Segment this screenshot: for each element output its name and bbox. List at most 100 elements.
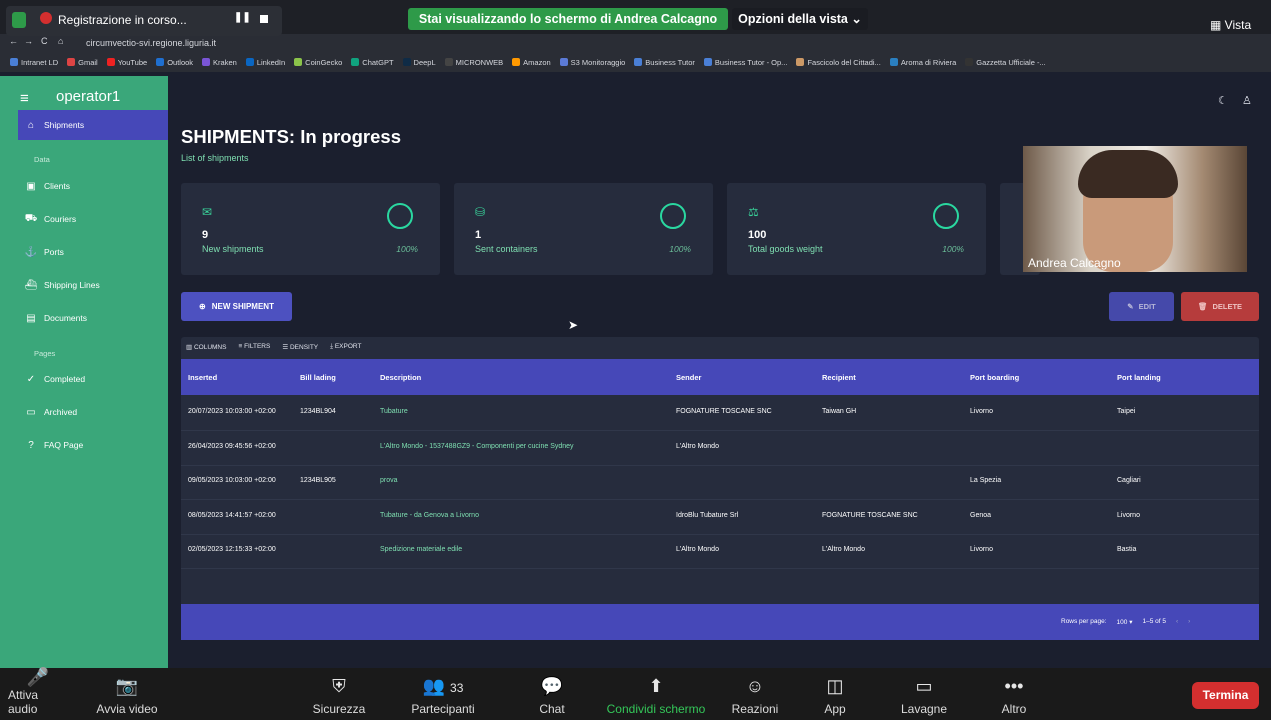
share-screen-button[interactable]: ⬆ Condividi schermo — [600, 668, 712, 720]
user-icon[interactable]: ♙ — [1242, 94, 1252, 107]
delete-button[interactable]: 🗑 DELETE — [1181, 292, 1259, 321]
table-cell[interactable]: 1234BL905 — [300, 477, 336, 484]
table-cell[interactable]: Spedizione materiale edile — [380, 546, 462, 553]
unmute-button[interactable]: 🎤 Attiva audio — [8, 667, 68, 720]
bookmark-item[interactable]: Aroma di Riviera — [889, 58, 956, 67]
pause-icon[interactable]: ❚❚ — [234, 12, 251, 23]
sidebar-item-shipping-lines[interactable]: ⛴ Shipping Lines — [18, 270, 168, 300]
column-header[interactable]: Description — [380, 373, 421, 382]
table-cell[interactable]: FOGNATURE TOSCANE SNC — [822, 512, 918, 519]
columns-button[interactable]: ▥ COLUMNS — [186, 343, 226, 351]
security-button[interactable]: ⛨ Sicurezza — [308, 668, 370, 720]
prev-page-icon[interactable]: ‹ — [1176, 618, 1178, 626]
export-button[interactable]: ⤓ EXPORT — [330, 343, 361, 351]
forward-icon[interactable]: → — [24, 36, 33, 46]
bookmark-icon — [444, 58, 453, 66]
table-cell[interactable]: Taiwan GH — [822, 408, 856, 415]
table-cell[interactable]: L'Altro Mondo — [676, 443, 719, 450]
bookmark-item[interactable]: DeepL — [402, 58, 436, 67]
table-cell[interactable]: Livorno — [970, 408, 993, 415]
row-divider — [181, 499, 1259, 500]
bookmark-item[interactable]: Outlook — [156, 58, 193, 67]
new-shipment-button[interactable]: ⊕ NEW SHIPMENT — [181, 292, 292, 321]
table-cell[interactable]: L'Altro Mondo — [676, 546, 719, 553]
bookmark-item[interactable]: Fascicolo del Cittadi... — [796, 58, 881, 67]
sidebar-item-clients[interactable]: ▣ Clients — [18, 171, 168, 201]
sidebar-item-couriers[interactable]: ⛟ Couriers — [18, 204, 168, 234]
stop-icon[interactable] — [260, 15, 268, 23]
whiteboards-button[interactable]: ▭ Lavagne — [894, 668, 954, 720]
column-header[interactable]: Sender — [676, 373, 701, 382]
reactions-button[interactable]: ☺ Reazioni — [726, 668, 784, 720]
column-header[interactable]: Port landing — [1117, 373, 1161, 382]
bookmark-item[interactable]: ChatGPT — [351, 58, 394, 67]
table-cell[interactable]: Tubature — [380, 408, 408, 415]
bookmark-item[interactable]: Business Tutor - Op... — [703, 58, 787, 67]
chat-button[interactable]: 💬 Chat — [530, 668, 574, 720]
bookmark-icon — [245, 58, 254, 66]
table-cell[interactable]: 1234BL904 — [300, 408, 336, 415]
filters-button[interactable]: ≡ FILTERS — [238, 343, 270, 351]
bookmark-item[interactable]: Business Tutor — [634, 58, 695, 67]
column-header[interactable]: Port boarding — [970, 373, 1019, 382]
bookmark-item[interactable]: Amazon — [512, 58, 551, 67]
bookmark-item[interactable]: Kraken — [202, 58, 237, 67]
edit-button[interactable]: ✎ EDIT — [1109, 292, 1174, 321]
table-cell[interactable]: Livorno — [970, 546, 993, 553]
table-cell[interactable]: Bastia — [1117, 546, 1136, 553]
menu-icon[interactable]: ≡ — [20, 90, 29, 107]
table-cell[interactable]: L'Altro Mondo — [822, 546, 865, 553]
sidebar-item-faq[interactable]: ? FAQ Page — [18, 430, 168, 460]
address-bar[interactable]: ← → C ⌂ circumvectio-svi.regione.liguria… — [0, 34, 1271, 52]
bookmark-item[interactable]: S3 Monitoraggio — [559, 58, 625, 67]
rows-per-page-select[interactable]: 100 ▾ — [1117, 618, 1133, 626]
dark-mode-icon[interactable]: ☾ — [1218, 94, 1228, 107]
webcam-video — [1023, 146, 1247, 272]
sidebar-item-archived[interactable]: ▭ Archived — [18, 397, 168, 427]
column-header[interactable]: Bill lading — [300, 373, 336, 382]
end-meeting-button[interactable]: Termina — [1192, 682, 1259, 709]
next-page-icon[interactable]: › — [1188, 618, 1190, 626]
table-cell[interactable]: L'Altro Mondo - 1537488GZ9 - Componenti … — [380, 443, 574, 450]
table-cell[interactable]: Tubature - da Genova a Livorno — [380, 512, 479, 519]
bookmark-item[interactable]: Gazzetta Ufficiale -... — [965, 58, 1046, 67]
table-cell[interactable]: 08/05/2023 14:41:57 +02:00 — [188, 512, 276, 519]
bookmark-item[interactable]: LinkedIn — [245, 58, 285, 67]
table-cell[interactable]: 09/05/2023 10:03:00 +02:00 — [188, 477, 276, 484]
sidebar-item-completed[interactable]: ✓ Completed — [18, 364, 168, 394]
recording-indicator[interactable]: Registrazione in corso... ❚❚ — [6, 6, 282, 36]
more-button[interactable]: ••• Altro — [996, 668, 1032, 720]
table-cell[interactable]: Livorno — [1117, 512, 1140, 519]
bookmark-item[interactable]: MICRONWEB — [444, 58, 503, 67]
table-cell[interactable]: IdroBlu Tubature Srl — [676, 512, 738, 519]
table-cell[interactable]: 02/05/2023 12:15:33 +02:00 — [188, 546, 276, 553]
column-header[interactable]: Recipient — [822, 373, 856, 382]
sidebar-item-ports[interactable]: ⚓ Ports — [18, 237, 168, 267]
bookmark-item[interactable]: Intranet LD — [10, 58, 58, 67]
reload-icon[interactable]: C — [41, 36, 48, 46]
bookmark-item[interactable]: CoinGecko — [294, 58, 342, 67]
sidebar-item-documents[interactable]: ▤ Documents — [18, 303, 168, 333]
view-options-button[interactable]: Opzioni della vista ⌄ — [732, 8, 868, 30]
table-cell[interactable]: La Spezia — [970, 477, 1001, 484]
participants-button[interactable]: 👥 33 Partecipanti — [404, 668, 482, 720]
table-cell[interactable]: Genoa — [970, 512, 991, 519]
vista-button[interactable]: ▦ Vista — [1210, 18, 1251, 32]
table-cell[interactable]: 26/04/2023 09:45:56 +02:00 — [188, 443, 276, 450]
density-button[interactable]: ☰ DENSITY — [282, 343, 318, 351]
trash-icon: 🗑 — [1197, 302, 1208, 311]
back-icon[interactable]: ← — [9, 36, 18, 46]
column-header[interactable]: Inserted — [188, 373, 217, 382]
home-icon[interactable]: ⌂ — [58, 36, 63, 46]
table-cell[interactable]: FOGNATURE TOSCANE SNC — [676, 408, 772, 415]
sidebar-item-shipments[interactable]: ⌂ Shipments — [18, 110, 168, 140]
table-cell[interactable]: Taipei — [1117, 408, 1135, 415]
url-text[interactable]: circumvectio-svi.regione.liguria.it — [86, 38, 216, 48]
table-cell[interactable]: 20/07/2023 10:03:00 +02:00 — [188, 408, 276, 415]
apps-button[interactable]: ◫ App — [818, 668, 852, 720]
start-video-button[interactable]: 📷 Avvia video — [92, 668, 162, 720]
table-cell[interactable]: Cagliari — [1117, 477, 1141, 484]
bookmark-item[interactable]: YouTube — [106, 58, 147, 67]
table-cell[interactable]: prova — [380, 477, 398, 484]
bookmark-item[interactable]: Gmail — [67, 58, 98, 67]
